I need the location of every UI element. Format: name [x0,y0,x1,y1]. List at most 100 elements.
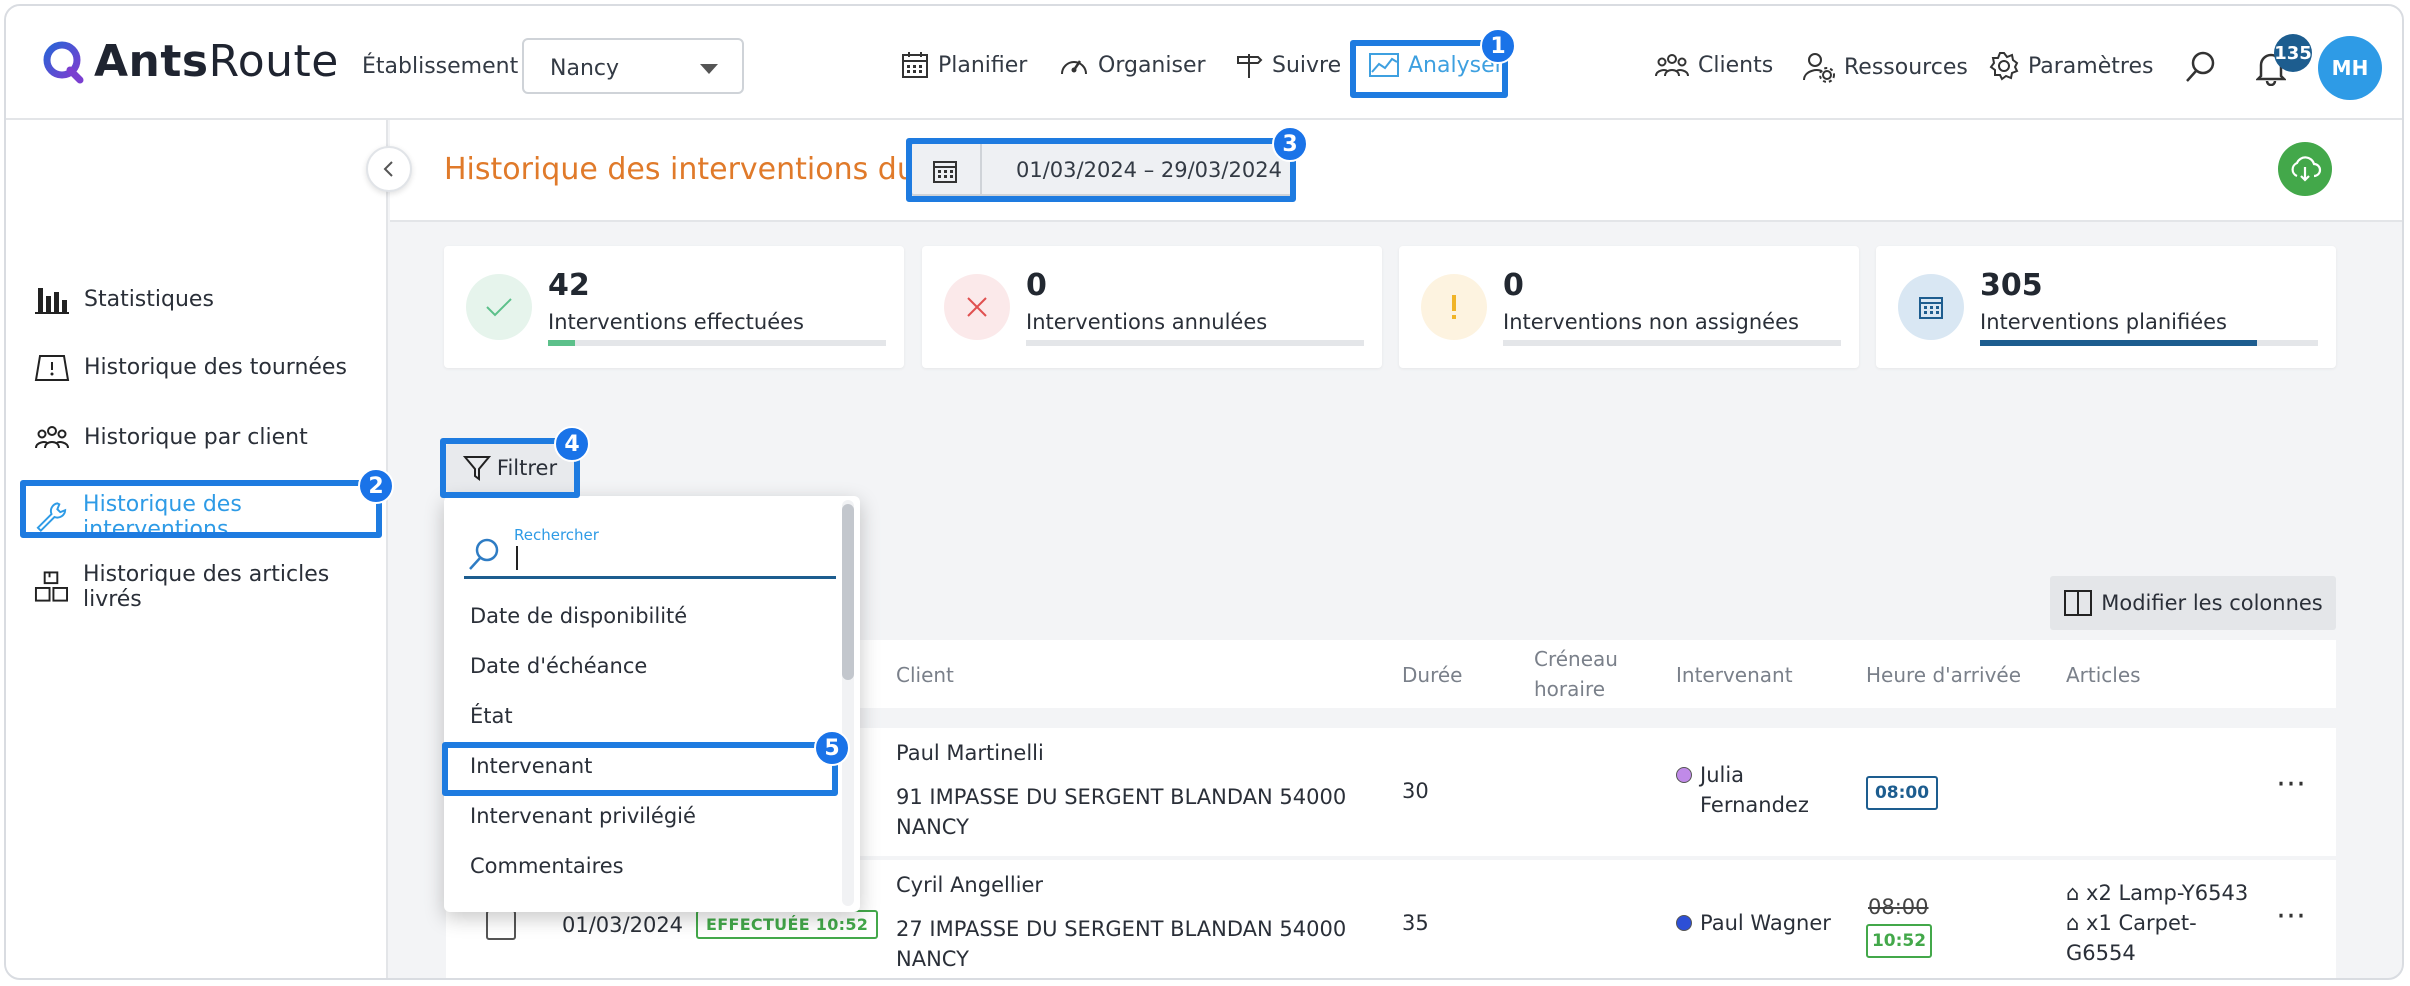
filter-search-label: Rechercher [514,526,599,544]
column-header-articles[interactable]: Articles [2066,660,2141,690]
column-header-creneau-line1: Créneau [1534,647,1618,671]
column-header-heure-arrivee[interactable]: Heure d'arrivée [1866,660,2021,690]
stat-progress [1980,340,2318,346]
dropdown-scrollbar[interactable] [842,500,854,906]
filter-search-input[interactable] [516,546,518,570]
search-button[interactable] [2184,50,2218,88]
row-actions-button[interactable]: ⋯ [2276,898,2306,933]
sidebar-item-historique-articles[interactable]: Historique des articles livrés [34,562,386,612]
column-header-creneau[interactable]: Créneau horaire [1534,644,1618,704]
box-icon: ⌂ [2066,911,2087,935]
client-address-line2: NANCY [896,815,969,839]
check-icon [466,274,532,340]
page-title: Historique des interventions du [444,152,916,187]
annotation-badge-1: 1 [1480,28,1516,64]
nav-suivre[interactable]: Suivre [1234,50,1341,80]
sidebar-item-label: Historique des articles livrés [82,562,330,612]
wrench-icon [36,502,67,533]
column-header-duree[interactable]: Durée [1402,660,1462,690]
annotation-badge-2: 2 [358,468,394,504]
export-button[interactable] [2278,142,2332,196]
stat-card-planifiees: 305 Interventions planifiées [1876,246,2336,368]
stat-label: Interventions non assignées [1503,310,1799,334]
arrival-planned: 08:00 [1868,895,1929,919]
date-range-picker[interactable]: 01/03/2024 – 29/03/2024 [910,142,1296,196]
gauge-icon [1061,60,1087,75]
intervenant: Julia [1676,760,1744,790]
stat-card-effectuees: 42 Interventions effectuées [444,246,904,368]
status-badge: EFFECTUÉE 10:52 [696,910,879,939]
nav-planifier-label: Planifier [938,52,1028,78]
sidebar-item-historique-interventions[interactable]: Historique des interventions [34,492,386,542]
search-icon [469,538,499,570]
logo[interactable]: AntsRoute [42,36,339,87]
client-address-line2: NANCY [896,947,969,971]
client-address-line1: 27 IMPASSE DU SERGENT BLANDAN 54000 [896,917,1347,941]
nav-parametres-label: Paramètres [2028,53,2154,79]
nav-planifier[interactable]: Planifier [900,50,1027,80]
logo-text-bold: Ants [94,36,209,87]
stat-label: Interventions effectuées [548,310,804,334]
column-header-intervenant[interactable]: Intervenant [1676,660,1793,690]
search-icon [2186,51,2215,82]
stat-value: 42 [548,268,590,303]
users-icon [35,426,69,449]
row-actions-button[interactable]: ⋯ [2276,766,2306,801]
intervenant-first-name: Julia [1700,763,1745,787]
logo-text-light: Route [208,36,339,87]
client-name: Cyril Angellier [896,873,1044,897]
intervenant: Paul Wagner [1676,908,1831,938]
intervenant-name: Paul Wagner [1700,911,1831,935]
nav-clients[interactable]: Clients [1654,50,1773,80]
row-date: 01/03/2024 [562,913,684,937]
nav-organiser-label: Organiser [1098,52,1206,78]
article-label-cont: G6554 [2066,941,2136,965]
stat-value: 0 [1026,268,1047,303]
modify-columns-button[interactable]: Modifier les colonnes [2050,576,2336,630]
collapse-sidebar-button[interactable] [366,146,412,192]
calendar-icon [933,161,957,183]
sidebar-item-statistiques[interactable]: Statistiques [34,282,214,316]
filter-option-intervenant[interactable]: Intervenant [470,754,592,778]
etablissement-select[interactable]: Nancy [522,38,744,94]
filter-option-disponibilite[interactable]: Date de disponibilité [470,604,687,628]
intervenant-color-dot [1676,915,1692,931]
boxes-icon [34,571,68,602]
stat-value: 0 [1503,268,1524,303]
chevron-down-icon [700,64,718,74]
stat-value: 305 [1980,268,2043,303]
filter-option-commentaires[interactable]: Commentaires [470,854,624,878]
filter-option-echeance[interactable]: Date d'échéance [470,654,647,678]
nav-ressources[interactable]: Ressources [1802,50,1968,84]
stat-label: Interventions annulées [1026,310,1268,334]
close-icon [944,274,1010,340]
filter-option-etat[interactable]: État [470,704,513,728]
arrival-time-badge: 08:00 [1866,776,1938,810]
page-header: Historique des interventions du 01/03/20… [390,120,2402,222]
duration: 35 [1402,911,1429,935]
column-header-client[interactable]: Client [896,660,954,690]
nav-parametres[interactable]: Paramètres [1988,50,2153,82]
intervenant-color-dot [1676,767,1692,783]
sidebar-item-historique-tournees[interactable]: Historique des tournées [34,352,347,382]
intervenant-last-name: Fernandez [1700,793,1809,817]
nav-organiser[interactable]: Organiser [1058,50,1206,80]
cloud-download-icon [2291,156,2322,182]
filter-option-intervenant-privilegie[interactable]: Intervenant privilégié [470,804,696,828]
annotation-badge-3: 3 [1272,126,1308,162]
gear-icon [1989,52,2019,81]
sidebar-item-historique-client[interactable]: Historique par client [34,422,308,452]
box-icon: ⌂ [2066,881,2087,905]
column-header-creneau-line2: horaire [1534,677,1606,701]
exclamation-icon [1421,274,1487,340]
annotation-badge-4: 4 [554,426,590,462]
user-gear-icon [1803,53,1835,83]
nav-clients-label: Clients [1698,52,1774,78]
avatar[interactable]: MH [2318,36,2382,100]
nav-suivre-label: Suivre [1272,52,1342,78]
top-bar: AntsRoute Établissement Nancy Planifier … [6,6,2402,120]
row-checkbox[interactable] [486,910,516,940]
filter-dropdown: Rechercher Date de disponibilité Date d'… [444,496,860,912]
article-label: x2 Lamp-Y6543 [2086,881,2249,905]
nav-ressources-label: Ressources [1844,54,1968,80]
